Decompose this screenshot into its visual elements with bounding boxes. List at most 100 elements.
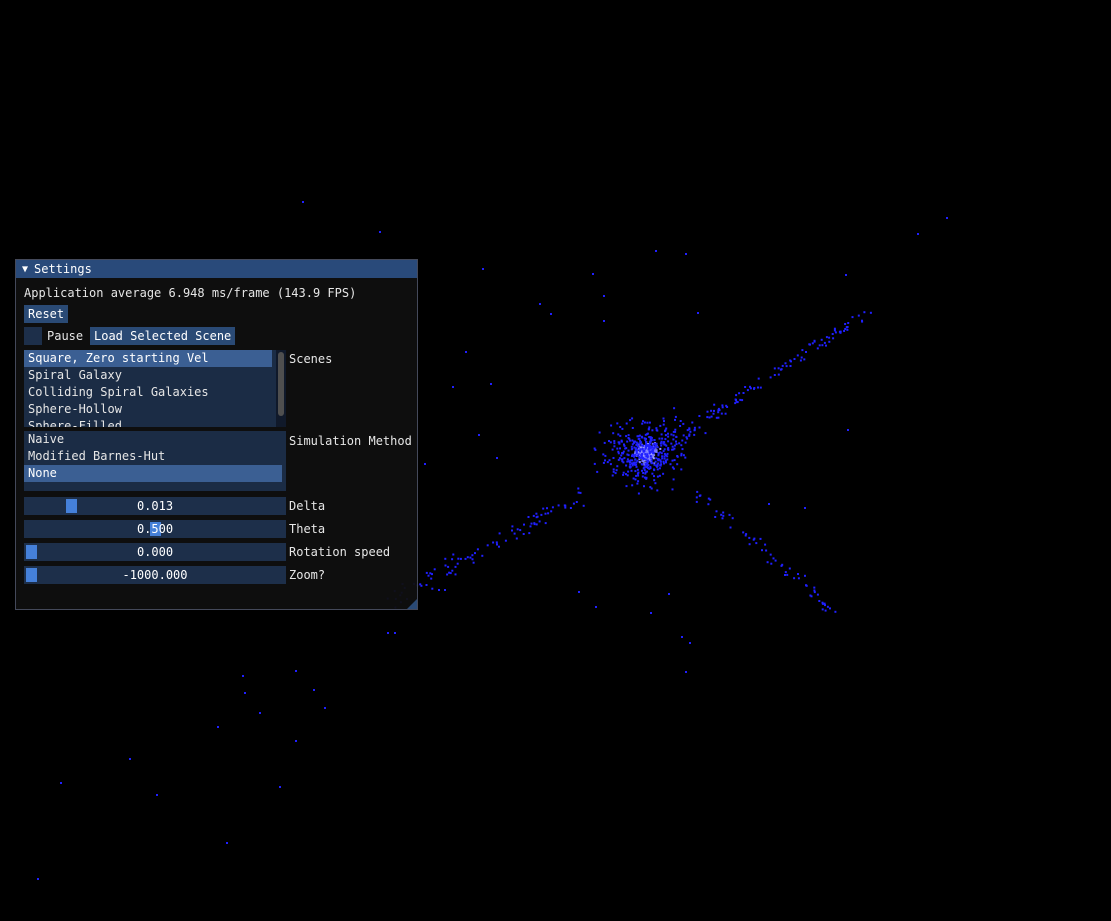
particle (834, 610, 837, 613)
scene-item[interactable]: Square, Zero starting Vel (24, 350, 272, 367)
particle (656, 475, 659, 478)
scenes-listbox[interactable]: Square, Zero starting Vel Spiral Galaxy … (24, 350, 286, 427)
particle (637, 446, 640, 449)
particle (753, 537, 756, 540)
scene-item[interactable]: Sphere-Hollow (24, 401, 272, 418)
particle (660, 433, 663, 436)
particle (615, 469, 618, 472)
rotation-speed-slider[interactable]: 0.000 (24, 543, 286, 561)
particle (631, 439, 634, 442)
particle (686, 437, 689, 440)
particle (684, 441, 687, 444)
particle (37, 878, 39, 880)
particle (759, 386, 762, 389)
particle (431, 587, 434, 590)
particle (420, 584, 423, 587)
particle (675, 443, 678, 446)
particle (575, 501, 578, 503)
particle (810, 595, 813, 598)
particle (946, 217, 948, 219)
particle (579, 491, 582, 494)
particle (621, 427, 624, 430)
particle (447, 565, 450, 568)
particle (511, 529, 513, 532)
particle (457, 557, 460, 560)
particle (780, 564, 783, 567)
scene-item[interactable]: Sphere-Filled (24, 418, 272, 427)
particle (295, 670, 297, 672)
particle (821, 344, 824, 347)
scenes-scrollbar-grab[interactable] (278, 352, 284, 416)
particle (869, 311, 872, 314)
reset-button[interactable]: Reset (24, 305, 69, 323)
particle (672, 434, 675, 437)
scene-item[interactable]: Spiral Galaxy (24, 367, 272, 384)
particle (648, 467, 651, 470)
particle (609, 441, 612, 444)
particle (652, 457, 655, 460)
particle (659, 464, 662, 467)
particle (609, 463, 612, 466)
particle (786, 573, 789, 576)
particle (697, 312, 699, 314)
particle (667, 447, 670, 449)
particle (679, 420, 682, 422)
method-item[interactable]: Modified Barnes-Hut (24, 448, 282, 465)
particle (761, 549, 763, 552)
particle (379, 231, 381, 233)
settings-titlebar[interactable]: ▼ Settings (16, 260, 417, 278)
particle (522, 533, 525, 535)
settings-window[interactable]: ▼ Settings Application average 6.948 ms/… (15, 259, 418, 610)
particle (456, 562, 459, 565)
particle (538, 520, 541, 523)
particle (635, 474, 638, 477)
particle (649, 445, 652, 448)
particle (519, 529, 522, 532)
zoom-slider[interactable]: -1000.000 (24, 566, 286, 584)
particle (614, 472, 617, 475)
simulation-method-listbox[interactable]: Naive Modified Barnes-Hut None (24, 431, 286, 491)
particle (777, 373, 780, 376)
particle (636, 468, 639, 471)
particle (668, 593, 670, 595)
scenes-scrollbar[interactable] (276, 350, 286, 427)
particle (604, 459, 606, 462)
particle (671, 488, 674, 491)
particle (496, 457, 498, 459)
method-item[interactable]: None (24, 465, 282, 482)
particle (642, 450, 645, 453)
particle (482, 268, 484, 270)
particle (629, 465, 632, 468)
particle (681, 636, 683, 638)
particle (612, 457, 615, 459)
particle (617, 458, 620, 461)
particle (757, 386, 759, 389)
particle (596, 470, 599, 473)
particle (653, 475, 655, 478)
particle (713, 409, 715, 412)
particle (616, 447, 619, 450)
particle (629, 419, 632, 422)
particle (682, 454, 685, 457)
load-selected-scene-button[interactable]: Load Selected Scene (90, 327, 236, 345)
particle (471, 558, 474, 561)
pause-checkbox[interactable] (24, 327, 42, 345)
triangle-down-icon[interactable]: ▼ (22, 264, 28, 275)
delta-label: Delta (289, 499, 326, 513)
particle (680, 444, 683, 447)
particle (564, 506, 567, 509)
particle (569, 507, 572, 509)
method-item[interactable]: Naive (24, 431, 282, 448)
particle (801, 349, 804, 352)
delta-slider[interactable]: 0.013 (24, 497, 286, 515)
theta-slider[interactable]: 0.500 (24, 520, 286, 538)
particle (736, 401, 739, 404)
particle (793, 358, 796, 360)
scene-item[interactable]: Colliding Spiral Galaxies (24, 384, 272, 401)
particle (797, 573, 799, 575)
particle (612, 470, 615, 473)
particle (613, 442, 616, 445)
particle (656, 468, 659, 471)
resize-grip[interactable] (407, 599, 417, 609)
particle (604, 454, 607, 457)
